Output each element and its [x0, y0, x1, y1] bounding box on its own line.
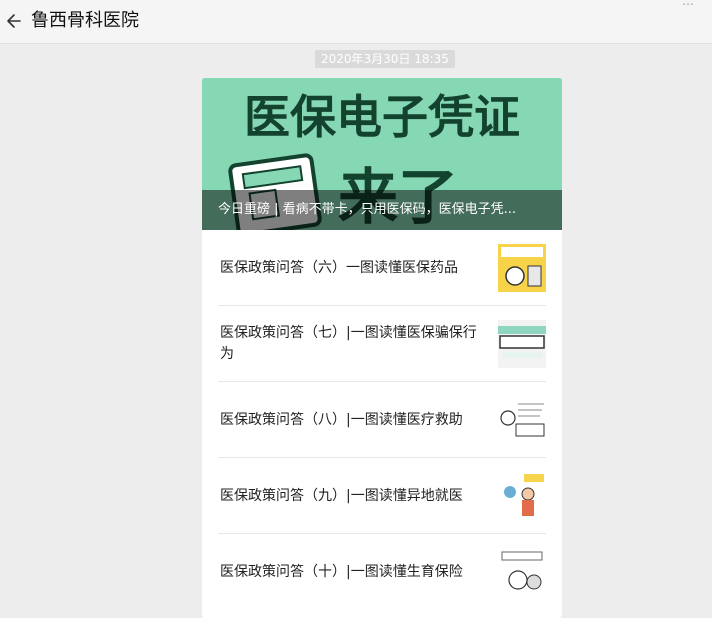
message-timestamp: 2020年3月30日 18:35 [315, 50, 455, 68]
article-title: 医保政策问答（十）|一图读懂生育保险 [220, 563, 463, 580]
article-item[interactable]: 医保政策问答（十）|一图读懂生育保险 [218, 534, 546, 610]
article-item[interactable]: 医保政策问答（九）|一图读懂异地就医 [218, 458, 546, 534]
thumbnail-image [498, 548, 546, 596]
article-title: 医保政策问答（八）|一图读懂医疗救助 [220, 411, 463, 428]
article-title: 医保政策问答（七）|一图读懂医保骗保行为 [220, 325, 477, 362]
cover-headline: 医保电子凭证 [244, 90, 520, 144]
article-item[interactable]: 医保政策问答（八）|一图读懂医疗救助 [218, 382, 546, 458]
top-bar: 鲁西骨科医院 … [0, 0, 712, 44]
thumbnail-image [498, 472, 546, 520]
page-title: 鲁西骨科医院 [31, 10, 139, 31]
thumbnail-image [498, 320, 546, 368]
article-item[interactable]: 医保政策问答（六）一图读懂医保药品 [218, 230, 546, 306]
cover-caption: 今日重磅 | 看病不带卡，只用医保码，医保电子凭... [202, 190, 562, 230]
thumbnail-image [498, 396, 546, 444]
more-icon[interactable]: … [682, 0, 694, 8]
cover-article[interactable]: 医保电子凭证 来了 今日重磅 | 看病不带卡，只用医保码，医保电子凭... [202, 78, 562, 230]
article-card: 医保电子凭证 来了 今日重磅 | 看病不带卡，只用医保码，医保电子凭... 医保… [202, 78, 562, 618]
thumbnail-image [498, 244, 546, 292]
article-title: 医保政策问答（六）一图读懂医保药品 [220, 259, 458, 276]
back-arrow-icon[interactable] [6, 11, 26, 31]
article-title: 医保政策问答（九）|一图读懂异地就医 [220, 487, 463, 504]
article-item[interactable]: 医保政策问答（七）|一图读懂医保骗保行为 [218, 306, 546, 382]
